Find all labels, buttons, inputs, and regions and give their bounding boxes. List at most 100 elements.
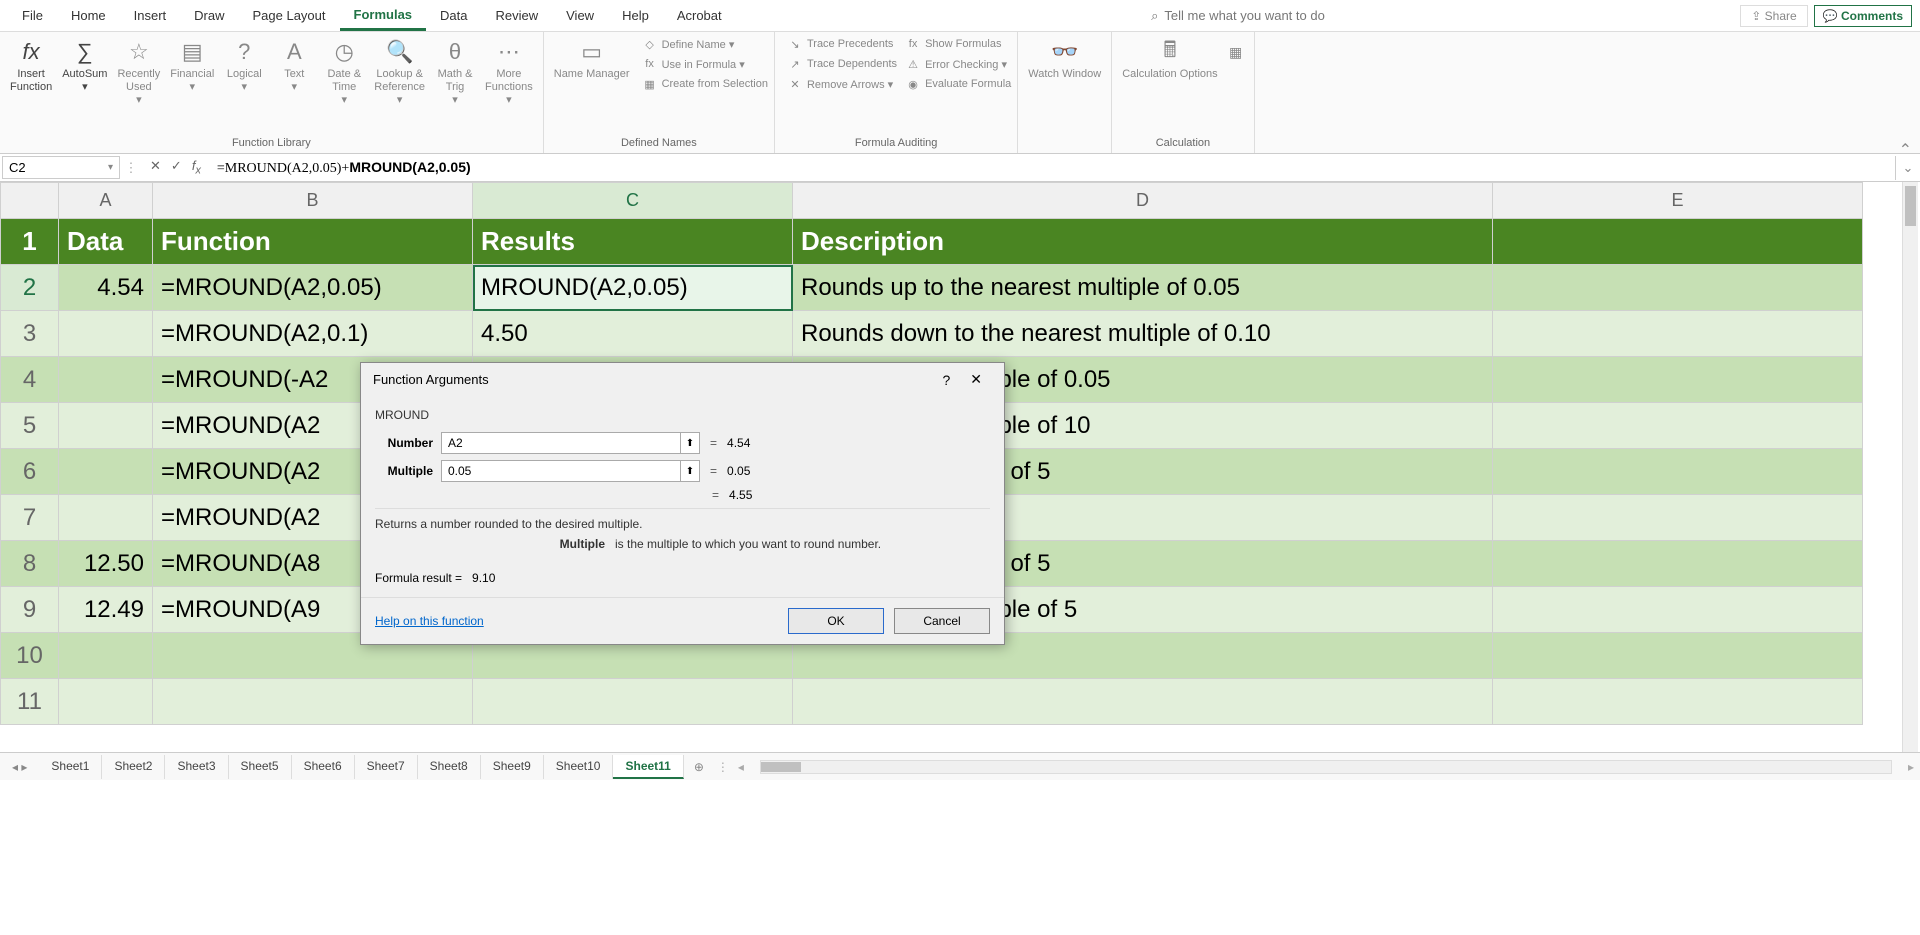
use-in-formula-button[interactable]: fxUse in Formula ▾: [642, 56, 768, 72]
cell-E5[interactable]: [1493, 403, 1863, 449]
tab-page-layout[interactable]: Page Layout: [239, 2, 340, 29]
lookup-button[interactable]: 🔍Lookup &Reference▾: [370, 36, 429, 110]
collapse-ribbon-icon[interactable]: ⌃: [1899, 140, 1912, 160]
close-icon[interactable]: ✕: [960, 371, 992, 388]
row-header-7[interactable]: 7: [1, 495, 59, 541]
row-header-3[interactable]: 3: [1, 311, 59, 357]
column-header-C[interactable]: C: [473, 183, 793, 219]
column-header-D[interactable]: D: [793, 183, 1493, 219]
number-input[interactable]: [441, 432, 681, 454]
sheet-tab-sheet7[interactable]: Sheet7: [355, 755, 418, 779]
cell-E2[interactable]: [1493, 265, 1863, 311]
cancel-formula-icon[interactable]: ✕: [150, 158, 161, 177]
share-button[interactable]: ⇪ Share: [1740, 5, 1807, 27]
cancel-button[interactable]: Cancel: [894, 608, 990, 634]
sheet-tab-sheet11[interactable]: Sheet11: [613, 755, 683, 779]
define-name-button[interactable]: ◇Define Name ▾: [642, 36, 768, 52]
row-header-1[interactable]: 1: [1, 219, 59, 265]
row-header-8[interactable]: 8: [1, 541, 59, 587]
tab-acrobat[interactable]: Acrobat: [663, 2, 736, 29]
sheet-nav-prev-icon[interactable]: ◂ ▸: [0, 760, 39, 774]
column-header-B[interactable]: B: [153, 183, 473, 219]
row-header-11[interactable]: 11: [1, 679, 59, 725]
search-input[interactable]: Tell me what you want to do: [1164, 8, 1324, 23]
cell-A8[interactable]: 12.50: [59, 541, 153, 587]
row-header-4[interactable]: 4: [1, 357, 59, 403]
math-button[interactable]: θMath &Trig▾: [431, 36, 479, 110]
accept-formula-icon[interactable]: ✓: [171, 158, 182, 177]
select-all-corner[interactable]: [1, 183, 59, 219]
text-button[interactable]: AText▾: [270, 36, 318, 96]
recently-button[interactable]: ☆RecentlyUsed▾: [113, 36, 164, 110]
horizontal-scrollbar[interactable]: [760, 760, 1892, 774]
row-header-10[interactable]: 10: [1, 633, 59, 679]
comments-button[interactable]: 💬 Comments: [1814, 5, 1912, 27]
ref-selector-icon[interactable]: ⬆: [680, 432, 700, 454]
cell-D3[interactable]: Rounds down to the nearest multiple of 0…: [793, 311, 1493, 357]
cell-B1[interactable]: Function: [153, 219, 473, 265]
logical-button[interactable]: ?Logical▾: [220, 36, 268, 96]
cell-A7[interactable]: [59, 495, 153, 541]
tab-formulas[interactable]: Formulas: [340, 1, 427, 31]
error-checking-button[interactable]: ⚠Error Checking ▾: [905, 56, 1011, 72]
cell-E10[interactable]: [1493, 633, 1863, 679]
fx-icon[interactable]: fx: [192, 158, 201, 177]
cell-D2[interactable]: Rounds up to the nearest multiple of 0.0…: [793, 265, 1493, 311]
tab-data[interactable]: Data: [426, 2, 481, 29]
help-link[interactable]: Help on this function: [375, 614, 484, 628]
watch-window-button[interactable]: 👓 Watch Window: [1024, 36, 1105, 83]
sheet-tab-sheet9[interactable]: Sheet9: [481, 755, 544, 779]
tab-review[interactable]: Review: [482, 2, 553, 29]
cell-C3[interactable]: 4.50: [473, 311, 793, 357]
tab-insert[interactable]: Insert: [120, 2, 181, 29]
cell-A9[interactable]: 12.49: [59, 587, 153, 633]
cell-E1[interactable]: [1493, 219, 1863, 265]
tab-draw[interactable]: Draw: [180, 2, 238, 29]
calc-now-button[interactable]: ▦: [1224, 36, 1248, 68]
trace-dependents-button[interactable]: ↗Trace Dependents: [787, 56, 897, 72]
cell-E11[interactable]: [1493, 679, 1863, 725]
expand-formula-bar-icon[interactable]: ⌄: [1896, 160, 1920, 176]
sheet-tab-sheet8[interactable]: Sheet8: [418, 755, 481, 779]
sheet-tab-sheet2[interactable]: Sheet2: [102, 755, 165, 779]
name-manager-button[interactable]: ▭ Name Manager: [550, 36, 634, 83]
remove-arrows-button[interactable]: ✕Remove Arrows ▾: [787, 76, 897, 92]
add-sheet-icon[interactable]: ⊕: [684, 760, 714, 774]
column-header-E[interactable]: E: [1493, 183, 1863, 219]
multiple-input[interactable]: [441, 460, 681, 482]
sheet-tab-sheet1[interactable]: Sheet1: [39, 755, 102, 779]
cell-A6[interactable]: [59, 449, 153, 495]
cell-B2[interactable]: =MROUND(A2,0.05): [153, 265, 473, 311]
cell-C2[interactable]: MROUND(A2,0.05): [473, 265, 793, 311]
cell-E6[interactable]: [1493, 449, 1863, 495]
cell-A10[interactable]: [59, 633, 153, 679]
formula-input[interactable]: =MROUND(A2,0.05)+MROUND(A2,0.05): [211, 156, 1896, 180]
tab-view[interactable]: View: [552, 2, 608, 29]
cell-A5[interactable]: [59, 403, 153, 449]
cell-B3[interactable]: =MROUND(A2,0.1): [153, 311, 473, 357]
financial-button[interactable]: ▤Financial▾: [166, 36, 218, 96]
sheet-tab-sheet10[interactable]: Sheet10: [544, 755, 614, 779]
cell-E8[interactable]: [1493, 541, 1863, 587]
sheet-tab-sheet6[interactable]: Sheet6: [292, 755, 355, 779]
cell-A2[interactable]: 4.54: [59, 265, 153, 311]
date-button[interactable]: ◷Date &Time▾: [320, 36, 368, 110]
ok-button[interactable]: OK: [788, 608, 884, 634]
insert-button[interactable]: fxInsertFunction: [6, 36, 56, 96]
cell-E4[interactable]: [1493, 357, 1863, 403]
cell-B11[interactable]: [153, 679, 473, 725]
tab-home[interactable]: Home: [57, 2, 120, 29]
cell-A11[interactable]: [59, 679, 153, 725]
cell-D11[interactable]: [793, 679, 1493, 725]
cell-A3[interactable]: [59, 311, 153, 357]
ref-selector-icon[interactable]: ⬆: [680, 460, 700, 482]
cell-E7[interactable]: [1493, 495, 1863, 541]
more-button[interactable]: ⋯MoreFunctions▾: [481, 36, 537, 110]
vertical-scrollbar[interactable]: [1902, 182, 1918, 752]
tab-help[interactable]: Help: [608, 2, 663, 29]
row-header-2[interactable]: 2: [1, 265, 59, 311]
cell-E3[interactable]: [1493, 311, 1863, 357]
cell-E9[interactable]: [1493, 587, 1863, 633]
calc-options-button[interactable]: 🖩 Calculation Options: [1118, 36, 1221, 83]
cell-C1[interactable]: Results: [473, 219, 793, 265]
